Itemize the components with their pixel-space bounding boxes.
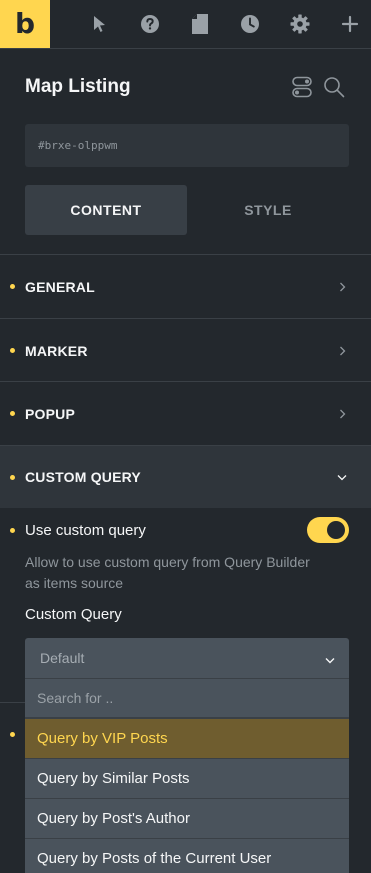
group-general[interactable]: GENERAL xyxy=(0,254,371,318)
dropdown-search-input[interactable] xyxy=(25,679,349,718)
divider xyxy=(0,702,25,703)
logo-letter: b xyxy=(14,7,36,40)
chevron-right-icon xyxy=(337,282,347,292)
group-label: CUSTOM QUERY xyxy=(25,469,141,485)
custom-query-label: Custom Query xyxy=(25,606,122,623)
custom-query-description: Allow to use custom query from Query Bui… xyxy=(25,554,310,591)
modified-dot xyxy=(10,528,15,533)
bricks-logo[interactable]: b xyxy=(0,0,50,48)
modified-dot xyxy=(10,348,15,353)
dropdown-option[interactable]: Query by Post's Author xyxy=(25,798,349,838)
modified-dot xyxy=(10,732,15,737)
element-id-field[interactable] xyxy=(25,124,349,167)
toggle-settings-icon[interactable] xyxy=(291,76,313,98)
chevron-right-icon xyxy=(337,409,347,419)
custom-query-select[interactable]: Default xyxy=(25,638,349,678)
help-icon[interactable] xyxy=(138,12,162,36)
group-label: POPUP xyxy=(25,405,76,422)
search-icon[interactable] xyxy=(323,76,345,98)
tab-content[interactable]: CONTENT xyxy=(25,185,187,235)
cursor-icon[interactable] xyxy=(87,12,111,36)
dropdown-option[interactable]: Query by VIP Posts xyxy=(25,718,349,758)
group-label: MARKER xyxy=(25,342,88,359)
chevron-down-icon xyxy=(337,472,347,482)
element-title: Map Listing xyxy=(25,76,131,97)
history-icon[interactable] xyxy=(238,12,262,36)
chevron-right-icon xyxy=(337,346,347,356)
gear-icon[interactable] xyxy=(288,12,312,36)
top-toolbar: b xyxy=(0,0,371,49)
group-label: GENERAL xyxy=(25,278,95,295)
dropdown-option[interactable]: Query by Similar Posts xyxy=(25,758,349,798)
modified-dot xyxy=(10,284,15,289)
plus-icon[interactable] xyxy=(338,12,362,36)
custom-query-dropdown: Query by VIP Posts Query by Similar Post… xyxy=(25,678,349,873)
use-custom-query-toggle[interactable] xyxy=(307,517,349,543)
group-popup[interactable]: POPUP xyxy=(0,381,371,445)
modified-dot xyxy=(10,474,15,480)
modified-dot xyxy=(10,411,15,416)
toggle-knob xyxy=(327,521,345,539)
tab-style[interactable]: STYLE xyxy=(187,185,349,235)
use-custom-query-label: Use custom query xyxy=(25,522,146,539)
select-value: Default xyxy=(40,650,85,666)
dropdown-option[interactable]: Query by Posts of the Current User xyxy=(25,838,349,873)
page-icon[interactable] xyxy=(188,12,212,36)
chevron-down-icon xyxy=(325,651,335,669)
group-custom-query[interactable]: CUSTOM QUERY xyxy=(0,445,371,508)
group-marker[interactable]: MARKER xyxy=(0,318,371,382)
